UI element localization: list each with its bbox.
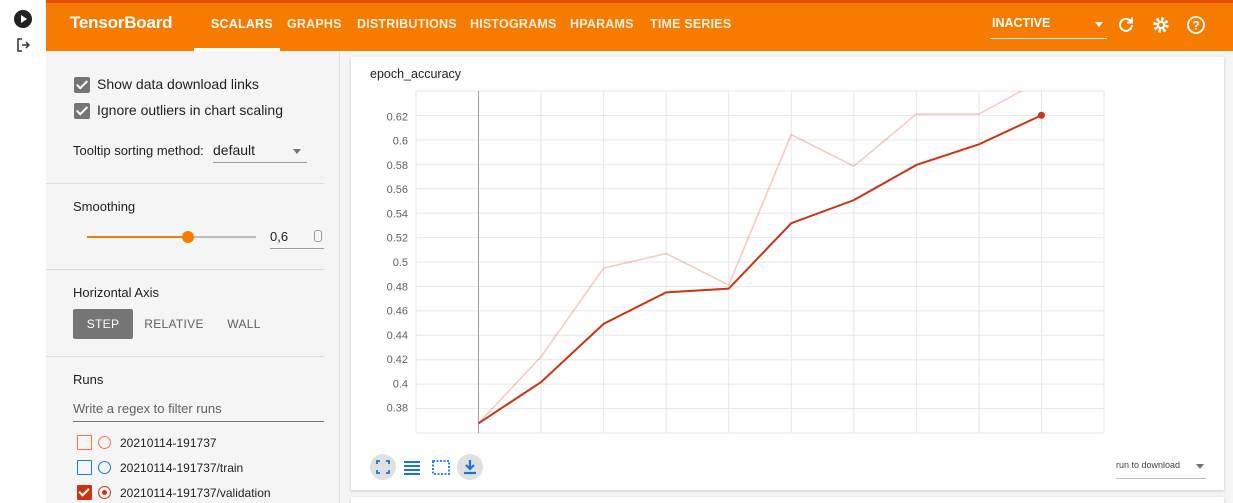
help-icon[interactable]: ?: [1186, 15, 1206, 35]
toggle-log-scale-icon: [404, 461, 420, 475]
run-radio[interactable]: [98, 436, 111, 449]
run-label: 20210114-191737/train: [120, 461, 244, 475]
axis-wall-button[interactable]: WALL: [220, 309, 268, 339]
download-button[interactable]: [457, 454, 483, 480]
status-dropdown[interactable]: INACTIVE: [990, 13, 1107, 39]
toggle-log-scale-button[interactable]: [399, 454, 425, 480]
run-radio[interactable]: [98, 461, 111, 474]
y-tick-label: 0.5: [393, 257, 408, 269]
show-download-links-label: Show data download links: [97, 76, 259, 92]
tab-scalars[interactable]: SCALARS: [211, 17, 273, 31]
tab-histograms[interactable]: HISTOGRAMS: [470, 17, 557, 31]
run-label: 20210114-191737: [120, 436, 217, 450]
run-label: 20210114-191737/validation: [120, 486, 271, 500]
series-line: [477, 91, 1024, 424]
horizontal-axis-title: Horizontal Axis: [73, 285, 159, 300]
y-tick-label: 0.38: [387, 403, 408, 415]
line-chart[interactable]: 0.38 0.4 0.42 0.44 0.46 0.48 0.5 0.52 0.54 0.56 0.…: [351, 57, 1224, 490]
y-tick-label: 0.62: [387, 111, 408, 123]
radio-selected-icon: [101, 489, 107, 495]
section-divider: [46, 356, 324, 357]
checkbox-checked-icon: [74, 103, 90, 119]
chevron-down-icon: [1095, 22, 1103, 27]
top-app-bar: TensorBoard SCALARS GRAPHS DISTRIBUTIONS…: [46, 0, 1233, 51]
y-tick-label: 0.54: [387, 208, 408, 220]
select-region-button[interactable]: [428, 454, 454, 480]
chart-card: epoch_accuracy 0.38 0.4 0.42 0.44 0.46 0.48 0.…: [351, 57, 1224, 490]
tab-graphs[interactable]: GRAPHS: [287, 17, 342, 31]
run-to-download-value: run to download: [1116, 460, 1181, 470]
refresh-icon[interactable]: [1116, 15, 1136, 35]
y-tick-label: 0.42: [387, 354, 408, 366]
status-value: INACTIVE: [992, 16, 1051, 30]
run-to-download-select[interactable]: run to download: [1116, 455, 1206, 479]
run-radio[interactable]: [98, 486, 111, 499]
tab-time-series[interactable]: TIME SERIES: [650, 17, 731, 31]
fit-domain-icon: [376, 460, 390, 474]
svg-text:?: ?: [1192, 19, 1199, 33]
smoothing-slider-fill: [87, 236, 189, 238]
checkbox-checked-icon: [74, 77, 90, 93]
last-point-marker: [1037, 111, 1045, 119]
smoothing-input[interactable]: 0,6: [270, 225, 324, 249]
stepper-icon[interactable]: [314, 230, 322, 242]
sidebar: Show data download links Ignore outliers…: [46, 51, 340, 503]
gear-icon[interactable]: [1151, 15, 1171, 35]
chevron-down-icon: [1196, 464, 1204, 469]
run-filter-placeholder: Write a regex to filter runs: [73, 401, 222, 416]
y-tick-label: 0.58: [387, 160, 408, 172]
y-tick-label: 0.4: [393, 378, 408, 390]
ignore-outliers-label: Ignore outliers in chart scaling: [97, 102, 283, 118]
smoothing-value: 0,6: [270, 229, 289, 244]
tensorboard-app: TensorBoard SCALARS GRAPHS DISTRIBUTIONS…: [0, 0, 1233, 503]
runs-title: Runs: [73, 372, 104, 387]
smoothing-slider-handle[interactable]: [182, 231, 195, 243]
fit-domain-button[interactable]: [370, 454, 396, 480]
run-filter-input[interactable]: Write a regex to filter runs: [73, 396, 324, 422]
run-checkbox[interactable]: [77, 435, 92, 450]
tooltip-sorting-label: Tooltip sorting method:: [73, 143, 204, 158]
download-icon: [464, 460, 476, 475]
series-line: [477, 114, 1042, 425]
axis-step-button[interactable]: STEP: [73, 309, 133, 339]
left-strip: [0, 0, 46, 503]
section-divider: [46, 269, 324, 270]
y-tick-label: 0.52: [387, 233, 408, 245]
y-tick-label: 0.56: [387, 184, 408, 196]
app-title: TensorBoard: [70, 13, 173, 32]
axis-relative-button[interactable]: RELATIVE: [140, 309, 208, 339]
chevron-down-icon: [293, 149, 301, 154]
tooltip-sorting-select[interactable]: default: [213, 139, 307, 163]
y-tick-label: 0.44: [387, 330, 408, 342]
tooltip-sorting-value: default: [213, 142, 256, 158]
tab-hparams[interactable]: HPARAMS: [570, 17, 634, 31]
y-tick-label: 0.48: [387, 281, 408, 293]
run-checkbox[interactable]: [77, 485, 92, 500]
section-divider: [46, 183, 324, 184]
play-icon[interactable]: [14, 10, 32, 28]
exit-icon[interactable]: [16, 38, 31, 52]
main-panel: epoch_accuracy 0.38 0.4 0.42 0.44 0.46 0.48 0.…: [340, 51, 1233, 503]
y-tick-label: 0.6: [393, 136, 408, 148]
smoothing-slider[interactable]: [87, 231, 256, 243]
y-tick-label: 0.46: [387, 306, 408, 318]
run-checkbox[interactable]: [77, 460, 92, 475]
next-chart-card: [351, 497, 1224, 503]
tab-distributions[interactable]: DISTRIBUTIONS: [357, 17, 457, 31]
smoothing-title: Smoothing: [73, 199, 136, 214]
select-region-icon: [432, 460, 450, 475]
